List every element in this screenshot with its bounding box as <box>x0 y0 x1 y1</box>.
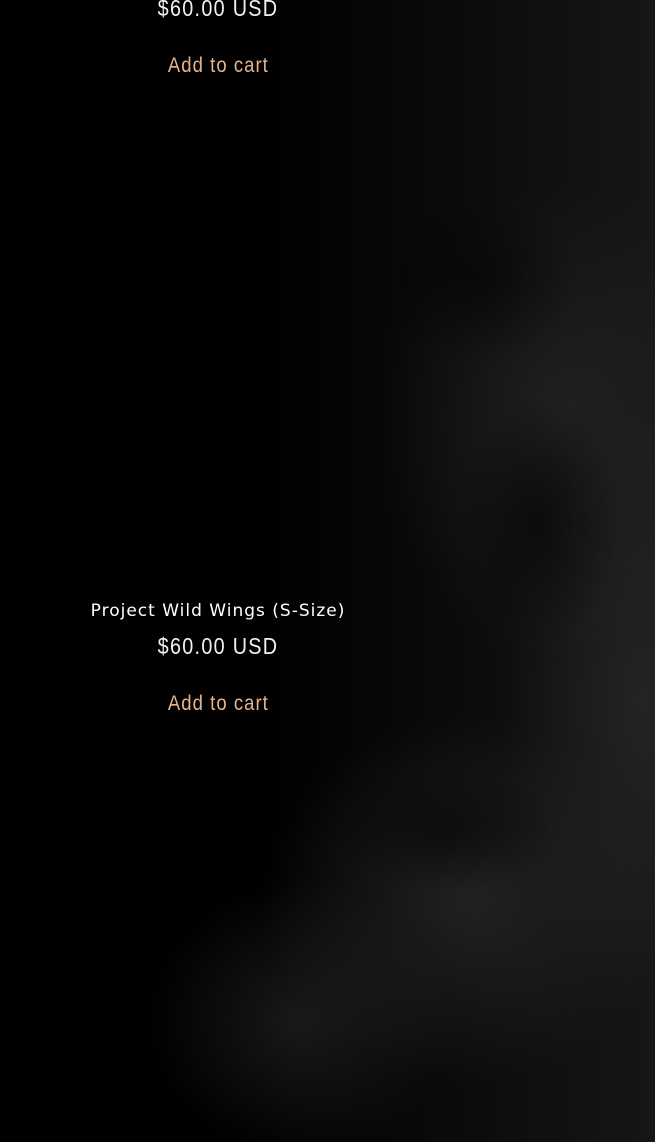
product-image[interactable] <box>0 130 436 580</box>
add-to-cart-button[interactable]: Add to cart <box>159 686 278 722</box>
product-title[interactable]: Project Wild Wings (S-Size) <box>0 596 436 626</box>
product-price: $60.00 USD <box>157 0 279 21</box>
product-price: $60.00 USD <box>157 633 279 659</box>
product-card: $60.00 USD Add to cart <box>0 0 436 84</box>
add-to-cart-button[interactable]: Add to cart <box>159 48 278 84</box>
product-listing-page: $60.00 USD Add to cart Project Wild Wing… <box>0 0 655 1142</box>
product-image[interactable] <box>0 770 436 1142</box>
product-card: Project Wild Wings (S-Size) $60.00 USD A… <box>0 596 436 722</box>
